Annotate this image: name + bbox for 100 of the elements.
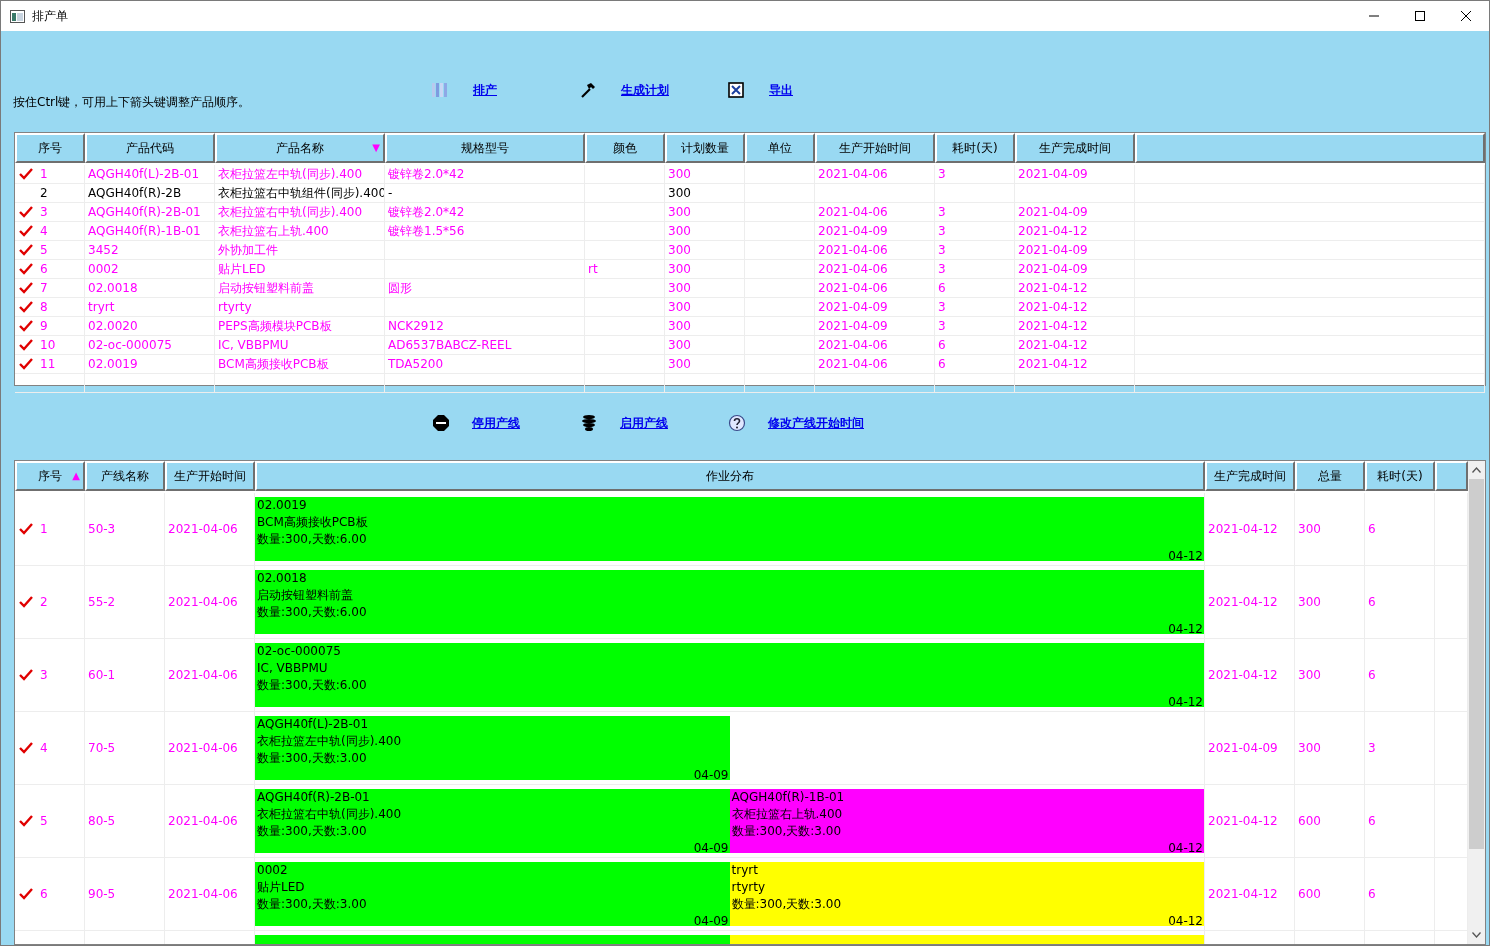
table-cell: AQGH40f(L)-2B-01 [88,167,200,181]
table-cell: 2021-04-12 [1018,357,1088,371]
column-header[interactable]: 颜色 [585,133,665,163]
table-cell: 300 [1298,595,1321,609]
bar-text: 02.0018 [257,570,308,587]
table-cell: 3 [1368,741,1376,755]
table-cell: 300 [668,262,691,276]
bar-text: 数量:300,天数:6.00 [257,677,368,694]
toolbar-link[interactable]: 启用产线 [620,414,668,432]
column-header[interactable]: 生产开始时间 [815,133,935,163]
column-header[interactable]: 生产完成时间 [1205,461,1295,491]
table-cell: 2021-04-09 [1208,741,1278,755]
bar-end-date: 04-09 [693,840,729,853]
table-cell: 600 [1298,814,1321,828]
table-cell: 9 [40,319,48,333]
table-cell: 3 [40,205,48,219]
checkmark-icon [19,815,33,827]
column-header[interactable]: 总量 [1295,461,1365,491]
table-cell: 镀锌卷2.0*42 [388,165,465,183]
spreadsheet-icon[interactable] [727,81,745,99]
table-cell: 2021-04-06 [818,281,888,295]
checkmark-icon [19,301,33,313]
gantt-bar[interactable]: 02.0019 BCM高频接收PCB板 数量:300,天数:6.00 04-12 [255,497,1204,561]
scrollbar-thumb[interactable] [1469,479,1484,849]
column-header[interactable]: 产品名称 ▼ [215,133,385,163]
table-cell: 6 [938,281,946,295]
table-cell: 11 [40,357,56,371]
column-header[interactable]: 产品代码 [85,133,215,163]
checkmark-icon [19,168,33,180]
table-cell: 2021-04-12 [1018,319,1088,333]
table-cell: 02-oc-000075 [88,338,172,352]
bar-text: 数量:300,天数:3.00 [257,896,368,913]
bar-end-date: 04-12 [1168,694,1203,707]
bar-text: 02-oc-000075 [257,643,342,660]
toolbar-link[interactable]: 导出 [769,81,793,99]
column-header[interactable]: 序号 ▲ [15,461,85,491]
help-icon[interactable] [728,414,746,432]
table-cell: 3452 [88,243,119,257]
table-cell: 2021-04-06 [818,262,888,276]
gantt-bar[interactable]: 0002 贴片LED 数量:300,天数:3.00 04-09 [255,862,730,926]
gantt-bar[interactable]: AQGH40f(R)-2B-01 衣柜拉篮右中轨(同步).400 数量:300,天数:3.00 04-09 [255,789,730,853]
column-header[interactable]: 作业分布 [255,461,1205,491]
column-header[interactable]: 生产完成时间 [1015,133,1135,163]
bar-text: tryrt [731,862,759,879]
app-icon [10,9,25,23]
checkmark-icon [19,596,33,608]
column-header[interactable]: 单位 [745,133,815,163]
table-cell: 2021-04-06 [168,814,238,828]
bar-text: 数量:300,天数:3.00 [257,750,368,767]
column-header[interactable]: 序号 [15,133,85,163]
bar-text: 数量:300,天数:6.00 [257,604,368,621]
table-cell: 1 [40,167,48,181]
table-cell: 2021-04-12 [1208,814,1278,828]
hammer-icon[interactable] [579,81,597,99]
stop-sign-icon[interactable] [432,414,450,432]
column-header[interactable]: 耗时(天) [935,133,1015,163]
table-cell: 600 [1298,887,1321,901]
coil-icon[interactable] [580,414,598,432]
scrollbar[interactable] [1468,461,1485,944]
sort-indicator: ▼ [372,141,380,155]
gantt-bar[interactable]: tryrt rtyrty 数量:300,天数:3.00 04-12 [729,862,1204,926]
toolbar-link[interactable]: 排产 [473,81,497,99]
toolbar-link[interactable]: 生成计划 [621,81,669,99]
table-cell: 5 [40,814,48,828]
table-cell: 2021-04-09 [1018,205,1088,219]
table-cell: rtyrty [218,300,252,314]
table-cell: 7 [40,281,48,295]
table-cell: 2021-04-06 [818,243,888,257]
gantt-bar[interactable]: 02-oc-000075 IC, VBBPMU 数量:300,天数:6.00 04-12 [255,643,1204,707]
table-cell: 6 [1368,887,1376,901]
toolbar-link[interactable]: 修改产线开始时间 [768,414,864,432]
column-header[interactable]: 计划数量 [665,133,745,163]
column-header[interactable]: 产线名称 [85,461,165,491]
gantt-bar[interactable]: 02.0018 启动按钮塑料前盖 数量:300,天数:6.00 04-12 [255,570,1204,634]
gantt-bar[interactable]: AQGH40f(R)-1B-01 衣柜拉篮右上轨.400 数量:300,天数:3.00 04-12 [729,789,1204,853]
maximize-button[interactable] [1415,11,1425,21]
gantt-bar[interactable]: AQGH40f(L)-2B-01 衣柜拉篮左中轨(同步).400 数量:300,天数:3.00 04-09 [255,716,730,780]
table-cell: 1 [40,522,48,536]
table-cell: tryrt [88,300,115,314]
bar-text: AQGH40f(R)-1B-01 [731,789,846,806]
table-cell: 4 [40,224,48,238]
checkmark-icon [19,358,33,370]
bar-text: 数量:300,天数:3.00 [257,823,368,840]
table-cell: 2021-04-06 [818,167,888,181]
scroll-up-icon[interactable] [1472,467,1481,473]
toolbar-link[interactable]: 停用产线 [472,414,520,432]
column-header[interactable]: 规格型号 [385,133,585,163]
checkmark-icon [19,206,33,218]
table-cell: 300 [668,224,691,238]
table-cell: 2021-04-09 [1018,167,1088,181]
scroll-down-icon[interactable] [1472,932,1481,938]
table-cell: AQGH40f(R)-2B [88,186,182,200]
table-cell: 3 [40,668,48,682]
close-button[interactable] [1461,11,1471,21]
table-cell: 300 [1298,522,1321,536]
table-cell: 3 [938,319,946,333]
table-cell: 2021-04-12 [1208,522,1278,536]
sort-indicator: ▲ [72,469,80,483]
column-header[interactable]: 生产开始时间 [165,461,255,491]
column-header[interactable]: 耗时(天) [1365,461,1435,491]
